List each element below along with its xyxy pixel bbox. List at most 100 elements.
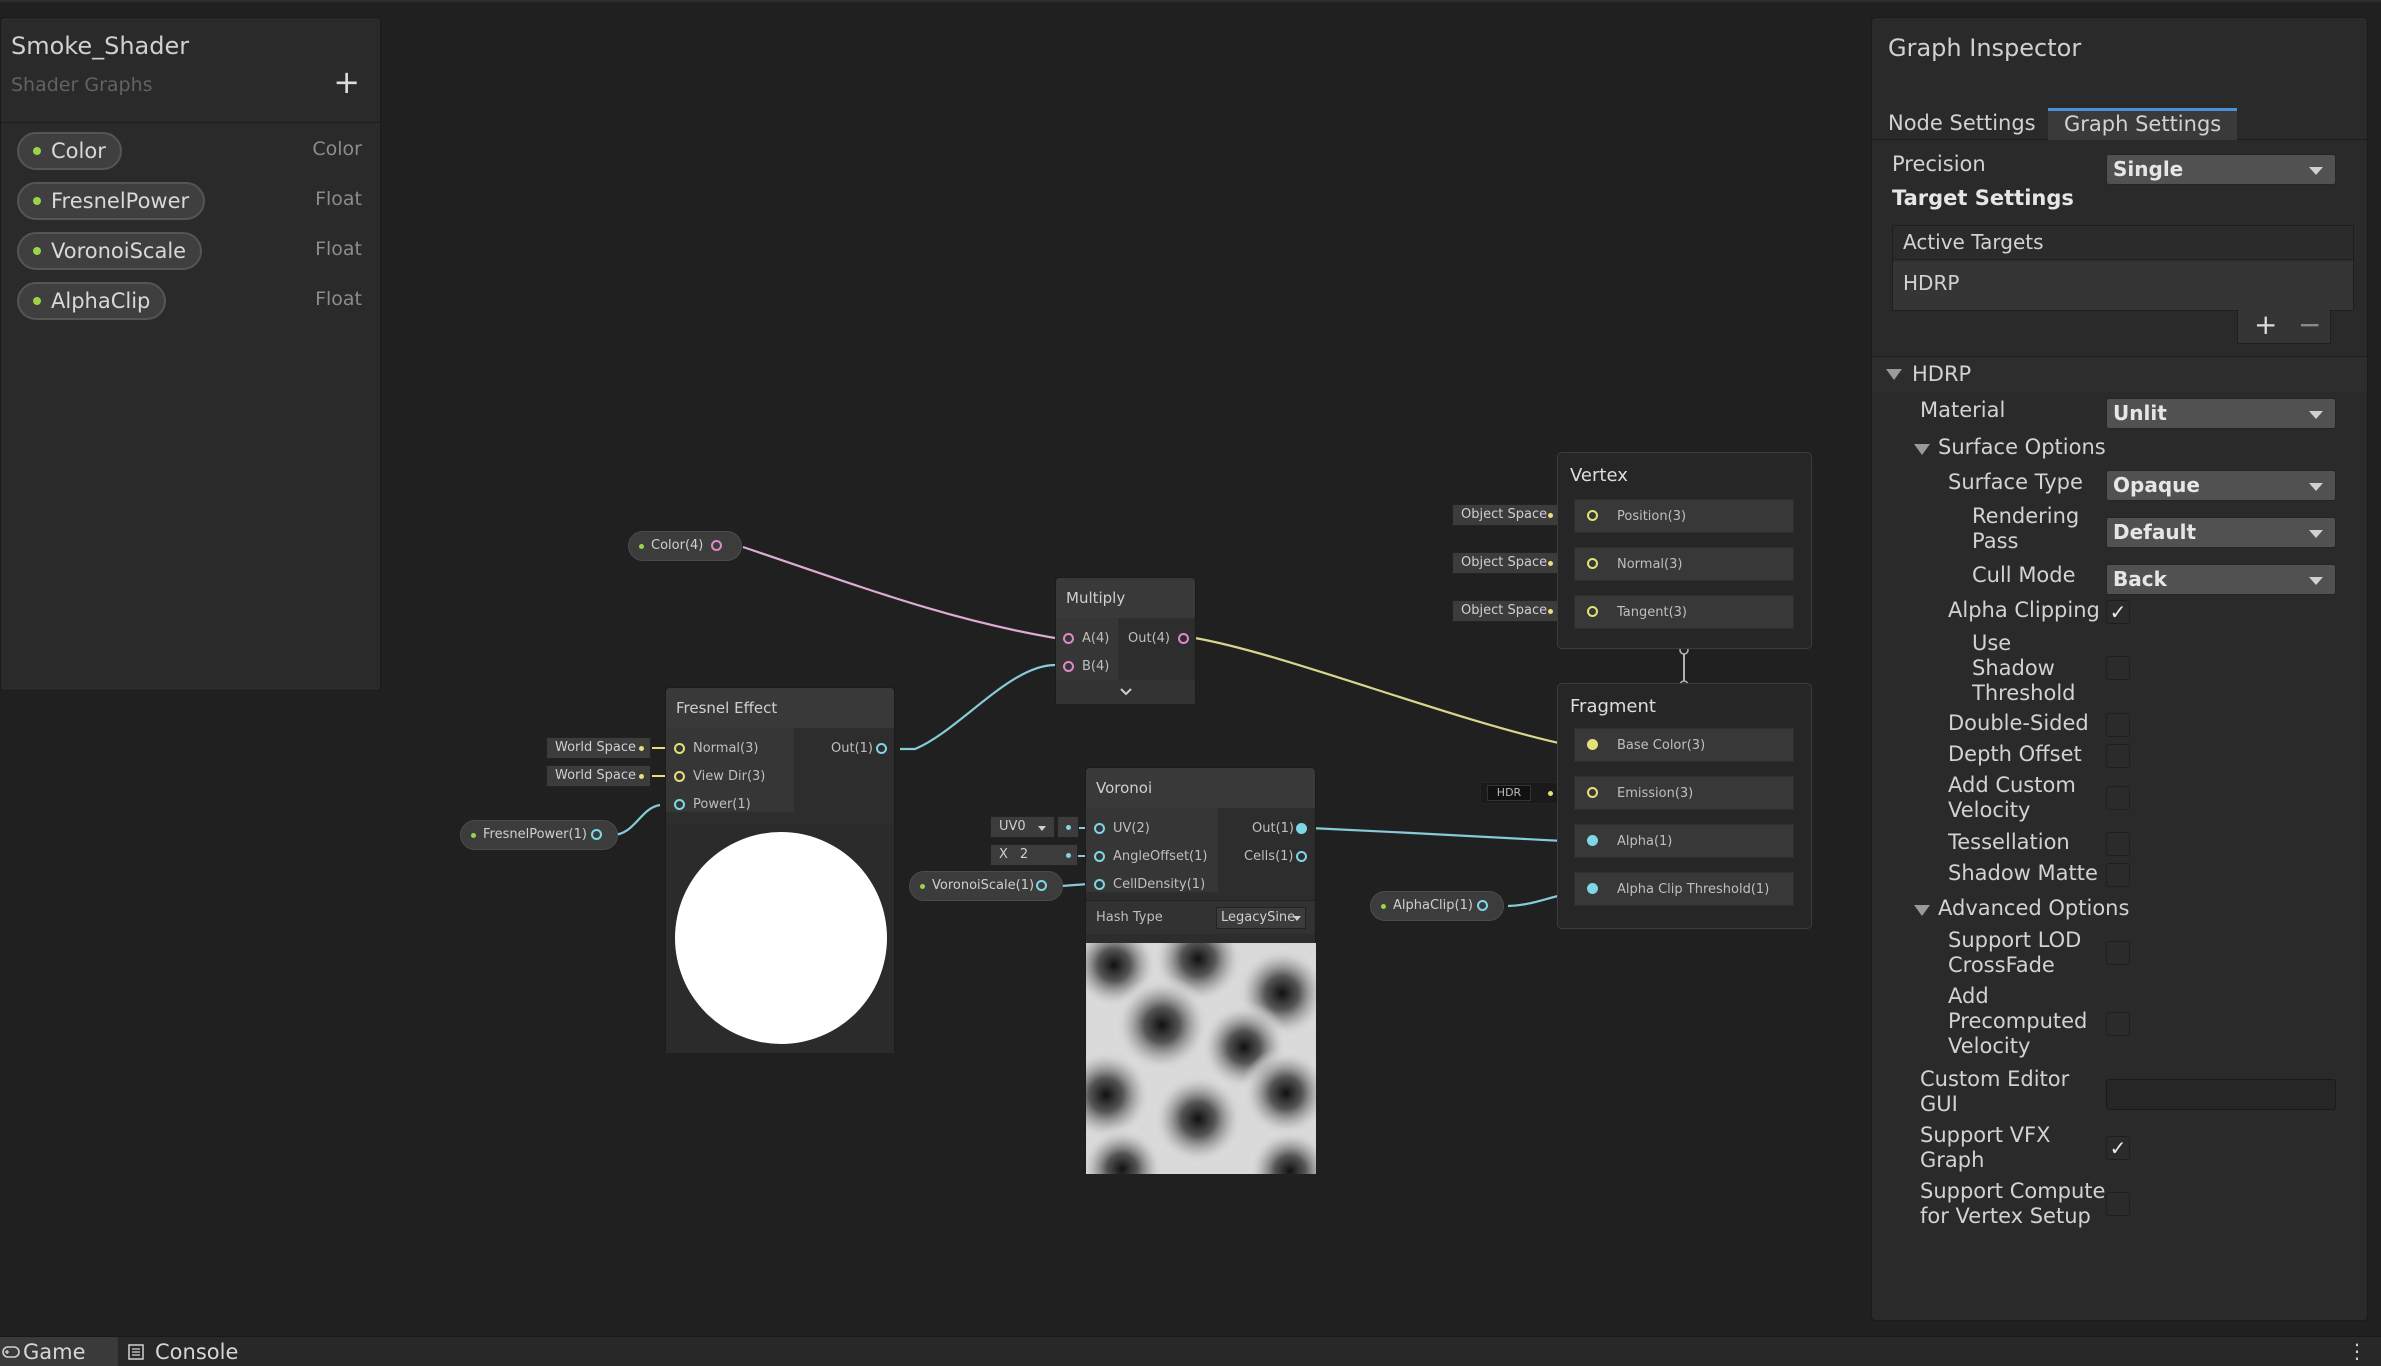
active-target-item[interactable]: HDRP [1893, 262, 2353, 310]
more-options-icon[interactable]: ⋮ [2347, 1341, 2367, 1361]
add-property-icon[interactable]: + [333, 66, 360, 98]
remove-target-icon[interactable]: − [2298, 310, 2321, 340]
support-compute-checkbox[interactable] [2106, 1192, 2130, 1216]
fragment-alphaclip-block[interactable]: Alpha Clip Threshold(1) [1574, 872, 1794, 906]
use-shadow-threshold-checkbox[interactable] [2106, 656, 2130, 680]
support-vfx-graph-checkbox[interactable]: ✓ [2106, 1136, 2130, 1160]
voronoi-cells-port[interactable] [1296, 851, 1307, 862]
alpha-clipping-checkbox[interactable]: ✓ [2106, 600, 2130, 624]
multiply-out-port[interactable] [1178, 633, 1189, 644]
depth-offset-checkbox[interactable] [2106, 744, 2130, 768]
fresnel-effect-node[interactable]: Fresnel Effect Normal(3) View Dir(3) Pow… [665, 687, 895, 1053]
fragment-basecolor-block[interactable]: Base Color(3) [1574, 728, 1794, 762]
voronoi-node[interactable]: Voronoi UV(2) AngleOffset(1) CellDensity… [1085, 767, 1316, 1174]
fragment-emission-label: Emission(3) [1617, 786, 1694, 801]
fragment-emission-port[interactable] [1587, 787, 1598, 798]
property-row-voronoiscale[interactable]: VoronoiScale Float [17, 232, 362, 270]
vertex-normal-tag[interactable]: Object Space [1452, 552, 1560, 574]
precision-dropdown[interactable]: Single [2106, 154, 2336, 185]
fresnel-out-port[interactable] [876, 743, 887, 754]
fresnel-viewdir-tag[interactable]: World Space [546, 765, 651, 787]
add-precomputed-velocity-checkbox[interactable] [2106, 1012, 2130, 1036]
voronoi-out-label: Out(1) [1252, 821, 1294, 836]
add-target-icon[interactable]: + [2254, 310, 2277, 340]
add-custom-velocity-label: Add Custom Velocity [1948, 773, 2076, 822]
property-pill[interactable]: AlphaClip [17, 282, 167, 320]
fragment-alpha-port[interactable] [1587, 835, 1598, 846]
surface-options-label[interactable]: Surface Options [1938, 435, 2106, 460]
rendering-pass-dropdown[interactable]: Default [2106, 517, 2336, 548]
vertex-tangent-tag[interactable]: Object Space [1452, 600, 1560, 622]
fragment-alphaclip-port[interactable] [1587, 883, 1598, 894]
fresnelpower-out-port[interactable] [591, 829, 602, 840]
voronoi-out-port[interactable] [1296, 823, 1307, 834]
fresnel-normal-port[interactable] [674, 743, 685, 754]
hdrp-section-header[interactable]: HDRP [1872, 356, 2367, 392]
fragment-basecolor-port[interactable] [1587, 739, 1598, 750]
voronoi-hash-dropdown[interactable]: LegacySine [1216, 907, 1306, 929]
property-pill[interactable]: Color [17, 132, 122, 170]
fresnel-power-port[interactable] [674, 799, 685, 810]
voronoiscale-out-port[interactable] [1036, 880, 1047, 891]
fragment-alpha-block[interactable]: Alpha(1) [1574, 824, 1794, 858]
fresnelpower-property-node[interactable]: FresnelPower(1) [460, 820, 618, 850]
tab-node-settings[interactable]: Node Settings [1872, 108, 2052, 140]
advanced-options-label[interactable]: Advanced Options [1938, 896, 2129, 921]
voronoi-celldensity-port[interactable] [1094, 879, 1105, 890]
support-lod-checkbox[interactable] [2106, 941, 2130, 965]
tessellation-checkbox[interactable] [2106, 832, 2130, 856]
fragment-context[interactable]: Fragment Base Color(3) Emission(3) Alpha… [1557, 683, 1812, 929]
multiply-a-port[interactable] [1063, 633, 1074, 644]
surface-options-foldout-icon[interactable] [1914, 444, 1930, 455]
voronoi-celldensity-label: CellDensity(1) [1113, 877, 1206, 892]
fragment-emission-block[interactable]: Emission(3) [1574, 776, 1794, 810]
color-property-node[interactable]: Color(4) [628, 531, 742, 561]
vertex-position-port[interactable] [1587, 510, 1598, 521]
vertex-tangent-port[interactable] [1587, 606, 1598, 617]
surface-type-value: Opaque [2113, 473, 2200, 497]
property-row-alphaclip[interactable]: AlphaClip Float [17, 282, 362, 320]
add-custom-velocity-checkbox[interactable] [2106, 786, 2130, 810]
use-shadow-threshold-label: Use Shadow Threshold [1972, 631, 2076, 705]
multiply-node[interactable]: Multiply A(4) B(4) Out(4) [1055, 577, 1196, 704]
vertex-position-tag[interactable]: Object Space [1452, 504, 1560, 526]
voronoi-hash-row: Hash Type LegacySine [1086, 900, 1315, 934]
voronoi-uv-port[interactable] [1094, 823, 1105, 834]
voronoiscale-property-node[interactable]: VoronoiScale(1) [909, 871, 1063, 901]
tab-console[interactable]: Console [118, 1337, 248, 1366]
multiply-expand-button[interactable] [1056, 680, 1195, 704]
material-dropdown[interactable]: Unlit [2106, 398, 2336, 429]
emission-hdr-tag[interactable]: HDR [1480, 782, 1560, 804]
fresnel-viewdir-port[interactable] [674, 771, 685, 782]
property-pill[interactable]: VoronoiScale [17, 232, 203, 270]
tab-game[interactable]: Game [0, 1337, 118, 1366]
fresnel-normal-tag[interactable]: World Space [546, 737, 651, 759]
advanced-options-foldout-icon[interactable] [1914, 905, 1930, 916]
vertex-position-block[interactable]: Position(3) [1574, 499, 1794, 533]
vertex-context[interactable]: Vertex Position(3) Normal(3) Tangent(3) [1557, 452, 1812, 649]
color-out-port[interactable] [711, 540, 722, 551]
cull-mode-dropdown[interactable]: Back [2106, 564, 2336, 595]
custom-editor-gui-field[interactable] [2106, 1079, 2336, 1110]
fresnel-normal-tag-label: World Space [555, 740, 637, 755]
vertex-tangent-block[interactable]: Tangent(3) [1574, 595, 1794, 629]
vertex-normal-port[interactable] [1587, 558, 1598, 569]
property-dot-icon [33, 247, 41, 255]
vertex-tangent-tag-label: Object Space [1461, 603, 1548, 618]
shadow-matte-checkbox[interactable] [2106, 863, 2130, 887]
multiply-b-port[interactable] [1063, 661, 1074, 672]
caret-down-icon [1293, 916, 1301, 921]
surface-type-dropdown[interactable]: Opaque [2106, 470, 2336, 501]
property-row-fresnelpower[interactable]: FresnelPower Float [17, 182, 362, 220]
vertex-normal-block[interactable]: Normal(3) [1574, 547, 1794, 581]
voronoi-angle-port[interactable] [1094, 851, 1105, 862]
alphaclip-out-port[interactable] [1477, 900, 1488, 911]
support-lod-label: Support LOD CrossFade [1948, 928, 2082, 977]
voronoi-angle-field[interactable]: X2 [990, 844, 1078, 866]
property-row-color[interactable]: Color Color [17, 132, 362, 170]
voronoi-uv-dropdown[interactable]: UV0 [990, 816, 1055, 838]
alphaclip-property-node[interactable]: AlphaClip(1) [1370, 891, 1504, 921]
property-pill[interactable]: FresnelPower [17, 182, 206, 220]
double-sided-checkbox[interactable] [2106, 713, 2130, 737]
tab-graph-settings[interactable]: Graph Settings [2048, 108, 2238, 140]
